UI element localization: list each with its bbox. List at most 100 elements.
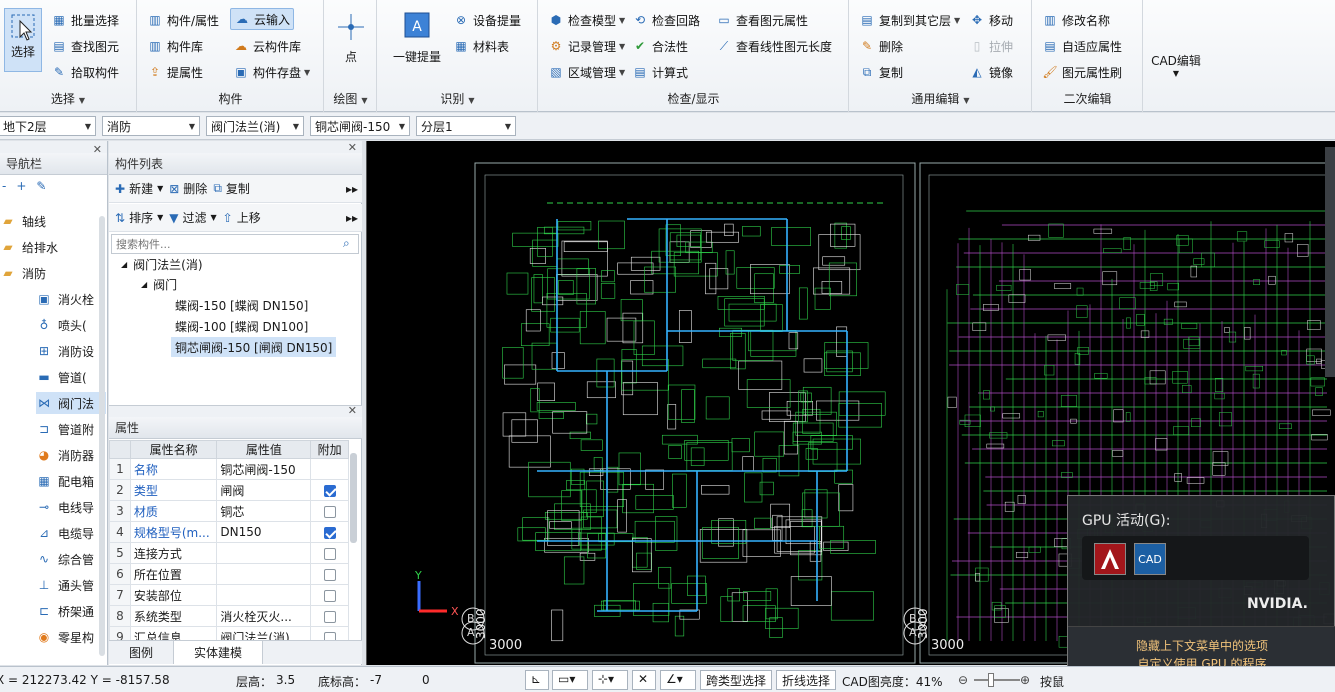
cross-toggle[interactable]: ✕	[632, 670, 656, 690]
group-label-edit[interactable]: 通用编辑 ▼	[850, 90, 1031, 107]
angle-toggle[interactable]: ∠▾	[660, 670, 696, 690]
property-attach[interactable]	[310, 542, 349, 564]
new-button[interactable]: ✚ 新建 ▼	[115, 180, 163, 197]
table-row[interactable]: 5 连接方式	[109, 542, 349, 564]
polyline-select-button[interactable]: 折线选择	[776, 670, 837, 690]
copy-component-button[interactable]: ⧉ 复制	[213, 180, 250, 197]
attach-checkbox[interactable]	[323, 589, 336, 602]
find-element-button[interactable]: ▤ 查找图元	[48, 35, 122, 57]
nav-item-sprinkler[interactable]: ♁ 喷头(	[36, 314, 87, 336]
sublayer-select[interactable]: 分层1 ▼	[416, 116, 516, 136]
nav-item-pipe-accessory[interactable]: ⊐ 管道附	[36, 418, 94, 440]
type-select[interactable]: 阀门法兰(消) ▼	[206, 116, 304, 136]
nav-item-tee-pipe[interactable]: ⊥ 通头管	[36, 574, 94, 596]
attach-checkbox[interactable]	[323, 484, 336, 497]
component-library-button[interactable]: ▥ 构件库	[144, 35, 206, 57]
sort-button[interactable]: ⇅ 排序 ▼	[115, 209, 163, 226]
attach-checkbox[interactable]	[323, 505, 336, 518]
nav-item-distribution-box[interactable]: ▦ 配电箱	[36, 470, 94, 492]
component-save-button[interactable]: ▣ 构件存盘 ▼	[230, 61, 313, 83]
table-row[interactable]: 4 规格型号(m... DN150	[109, 521, 349, 543]
property-attach[interactable]	[310, 479, 349, 501]
attach-checkbox[interactable]	[323, 526, 336, 539]
ortho-toggle[interactable]: ⊾	[525, 670, 549, 690]
nav-item-combined-pipe[interactable]: ∿ 综合管	[36, 548, 94, 570]
search-icon[interactable]: ⌕	[343, 236, 350, 251]
grid-toggle[interactable]: ⊹▾	[592, 670, 628, 690]
property-value[interactable]	[216, 542, 312, 564]
tab-legend[interactable]: 图例	[109, 641, 175, 664]
floor-select[interactable]: 地下2层 ▼	[0, 116, 96, 136]
property-attach[interactable]	[310, 605, 349, 627]
tree-root[interactable]: ◢ 阀门法兰(消)	[121, 254, 203, 274]
select-button[interactable]: 选择	[4, 8, 42, 72]
material-table-button[interactable]: ▦ 材料表	[450, 35, 512, 57]
table-row[interactable]: 7 安装部位	[109, 584, 349, 606]
group-label-identify[interactable]: 识别 ▼	[378, 90, 537, 107]
nav-edit-icon[interactable]: ✎	[36, 179, 46, 193]
nav-item-cable-conduit[interactable]: ⊿ 电缆导	[36, 522, 94, 544]
property-value[interactable]: 闸阀	[216, 479, 312, 501]
autocad-icon[interactable]	[1094, 543, 1126, 575]
check-loop-button[interactable]: ⟲ 检查回路	[629, 9, 703, 31]
cad-edit-button[interactable]: CAD编辑 ▼	[1148, 52, 1204, 78]
cloud-input-button[interactable]: ☁ 云输入	[230, 8, 295, 30]
tree-leaf-selected[interactable]: 铜芯闸阀-150 [闸阀 DN150]	[171, 337, 337, 357]
stretch-button[interactable]: ▯ 拉伸	[966, 35, 1016, 57]
move-up-button[interactable]: ⇧ 上移	[223, 209, 261, 226]
cad-app-icon[interactable]: CAD	[1134, 543, 1166, 575]
cross-type-select-button[interactable]: 跨类型选择	[700, 670, 773, 690]
nav-item-valve[interactable]: ⋈ 阀门法	[36, 392, 106, 414]
move-button[interactable]: ✥ 移动	[966, 9, 1016, 31]
nav-item-fire-device[interactable]: ◕ 消防器	[36, 444, 94, 466]
tree-leaf[interactable]: 蝶阀-100 [蝶阀 DN100]	[175, 316, 308, 336]
property-attach[interactable]	[310, 584, 349, 606]
group-label-select[interactable]: 选择 ▼	[0, 90, 136, 107]
check-model-button[interactable]: ⬢ 检查模型 ▼	[545, 9, 628, 31]
property-value[interactable]: DN150	[216, 521, 312, 543]
brightness-slider[interactable]	[974, 679, 1020, 681]
property-value[interactable]: 铜芯闸阀-150	[216, 458, 312, 480]
group-label-draw[interactable]: 绘图 ▼	[325, 90, 376, 107]
delete-button[interactable]: ✎ 删除	[856, 35, 906, 57]
attach-checkbox[interactable]	[323, 610, 336, 623]
table-row[interactable]: 2 类型 闸阀	[109, 479, 349, 501]
nav-item-fire-equipment[interactable]: ⊞ 消防设	[36, 340, 94, 362]
copy-button[interactable]: ⧉ 复制	[856, 61, 906, 83]
nav-item-misc[interactable]: ◉ 零星构	[36, 626, 94, 648]
property-attach[interactable]	[310, 500, 349, 522]
component-select[interactable]: 铜芯闸阀-150 ▼	[310, 116, 410, 136]
extract-properties-button[interactable]: ⇪ 提属性	[144, 61, 206, 83]
rename-button[interactable]: ▥ 修改名称	[1039, 9, 1113, 31]
property-brush-button[interactable]: 🖌 图元属性刷	[1039, 61, 1125, 83]
delete-component-button[interactable]: ⊠ 删除	[169, 180, 207, 197]
nav-item-tray-tee[interactable]: ⊏ 桥架通	[36, 600, 94, 622]
formula-button[interactable]: ▤ 计算式	[629, 61, 691, 83]
mirror-button[interactable]: ◭ 镜像	[966, 61, 1016, 83]
more-icon[interactable]: ▸▸	[346, 182, 358, 196]
cloud-library-button[interactable]: ☁ 云构件库	[230, 35, 304, 57]
component-properties-button[interactable]: ▥ 构件/属性	[144, 9, 222, 31]
property-attach[interactable]	[310, 563, 349, 585]
area-management-button[interactable]: ▧ 区域管理 ▼	[545, 61, 628, 83]
attach-checkbox[interactable]	[323, 568, 336, 581]
zoom-in-icon[interactable]: ⊕	[1020, 673, 1030, 687]
view-linear-length-button[interactable]: ⟋ 查看线性图元长度	[713, 35, 835, 57]
view-element-properties-button[interactable]: ▭ 查看图元属性	[713, 9, 811, 31]
batch-select-button[interactable]: ▦ 批量选择	[48, 9, 122, 31]
nav-item-axis[interactable]: ▰ 轴线	[0, 210, 46, 232]
canvas-side-toolbar[interactable]	[1325, 147, 1335, 377]
adaptive-properties-button[interactable]: ▤ 自适应属性	[1039, 35, 1125, 57]
table-row[interactable]: 3 材质 铜芯	[109, 500, 349, 522]
equipment-quantity-button[interactable]: ⊗ 设备提量	[450, 9, 524, 31]
more-icon[interactable]: ▸▸	[346, 211, 358, 225]
nav-item-pipe[interactable]: ▬ 管道(	[36, 366, 86, 388]
nav-scrollbar[interactable]	[99, 216, 105, 656]
tree-child[interactable]: ◢ 阀门	[141, 274, 177, 294]
nav-item-water[interactable]: ▰ 给排水	[0, 236, 58, 258]
nav-item-wire-conduit[interactable]: ⊸ 电线导	[36, 496, 94, 518]
tree-leaf[interactable]: 蝶阀-150 [蝶阀 DN150]	[175, 295, 308, 315]
property-value[interactable]	[216, 563, 312, 585]
component-search-input[interactable]	[111, 234, 359, 254]
record-management-button[interactable]: ⚙ 记录管理 ▼	[545, 35, 628, 57]
